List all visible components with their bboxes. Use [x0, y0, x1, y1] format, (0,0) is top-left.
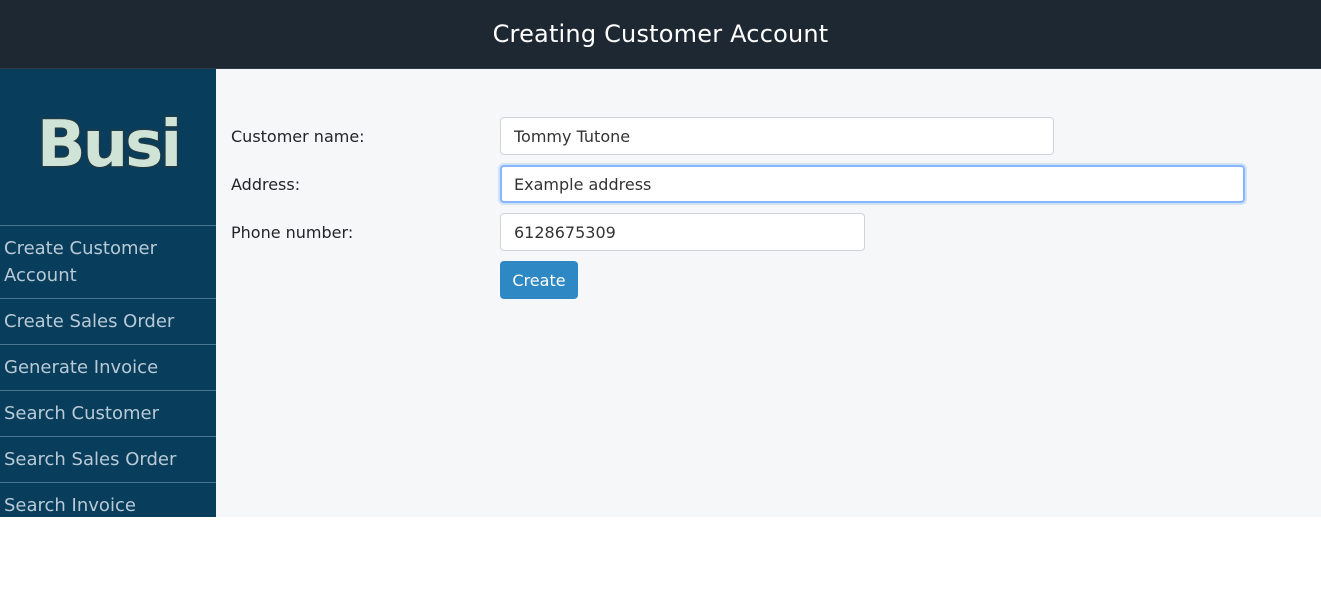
main-content: Customer name: Address: Phone number: Cr… [216, 69, 1321, 517]
busi-logo-icon: Busi [38, 107, 178, 184]
page-title: Creating Customer Account [492, 20, 829, 48]
sidebar-item-search-invoice[interactable]: Search Invoice [0, 483, 216, 528]
sidebar-item-create-sales-order[interactable]: Create Sales Order [0, 299, 216, 345]
address-input[interactable] [500, 165, 1245, 203]
phone-number-input[interactable] [500, 213, 865, 251]
customer-name-label: Customer name: [231, 127, 365, 146]
sidebar: Busi Create Customer Account Create Sale… [0, 69, 216, 517]
top-bar: Creating Customer Account [0, 0, 1321, 69]
logo: Busi [0, 69, 216, 226]
address-label: Address: [231, 175, 301, 194]
sidebar-item-generate-invoice[interactable]: Generate Invoice [0, 345, 216, 391]
sidebar-item-search-customer[interactable]: Search Customer [0, 391, 216, 437]
sidebar-item-create-customer-account[interactable]: Create Customer Account [0, 226, 216, 299]
phone-number-label: Phone number: [231, 223, 354, 242]
svg-text:Busi: Busi [38, 108, 178, 182]
customer-name-input[interactable] [500, 117, 1054, 155]
sidebar-item-search-sales-order[interactable]: Search Sales Order [0, 437, 216, 483]
create-button[interactable]: Create [500, 261, 578, 299]
